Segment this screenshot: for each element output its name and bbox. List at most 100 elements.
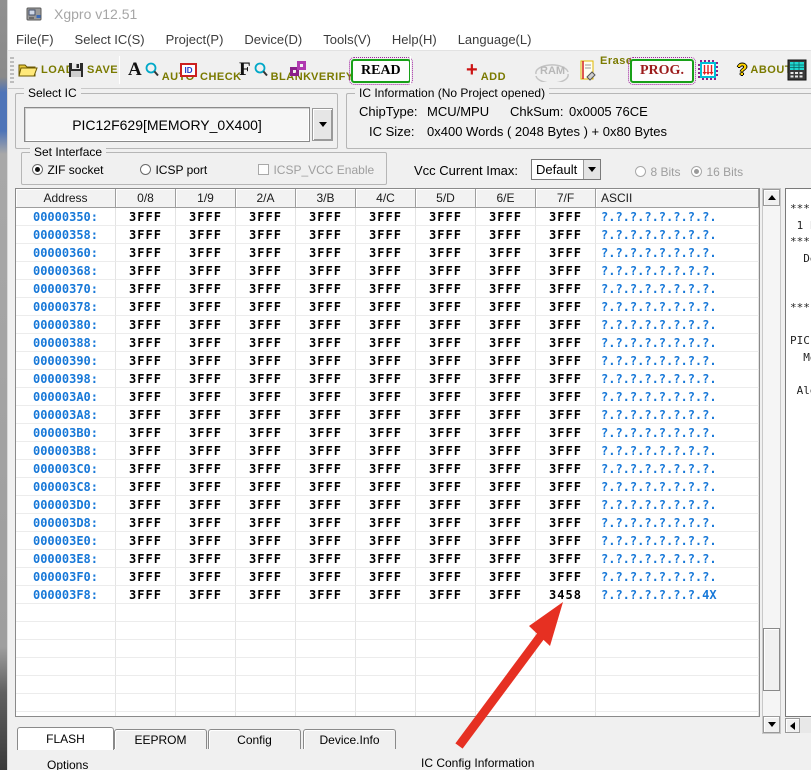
value-cell[interactable]: 3FFF [296,298,356,316]
value-cell[interactable] [536,676,596,694]
value-cell[interactable]: 3FFF [116,298,176,316]
value-cell[interactable]: 3FFF [116,460,176,478]
value-cell[interactable]: 3FFF [296,280,356,298]
value-cell[interactable] [236,712,296,717]
value-cell[interactable]: 3FFF [536,352,596,370]
value-cell[interactable]: 3FFF [176,496,236,514]
value-cell[interactable] [536,604,596,622]
value-cell[interactable]: 3FFF [356,388,416,406]
selected-ic-button[interactable]: PIC12F629[MEMORY_0X400] [24,107,310,142]
value-cell[interactable]: 3FFF [116,532,176,550]
zif-socket-radio[interactable]: ZIF socket [32,161,103,179]
value-cell[interactable] [476,694,536,712]
value-cell[interactable]: 3FFF [176,406,236,424]
value-cell[interactable]: 3FFF [536,514,596,532]
value-cell[interactable]: 3FFF [116,586,176,604]
value-cell[interactable] [356,604,416,622]
verify-button[interactable]: VERIFY [290,51,354,89]
tab-config[interactable]: Config [208,729,301,749]
tab-eeprom[interactable]: EEPROM [114,729,207,749]
value-cell[interactable]: 3FFF [536,316,596,334]
value-cell[interactable]: 3FFF [296,334,356,352]
value-cell[interactable]: 3FFF [236,226,296,244]
value-cell[interactable]: 3FFF [116,496,176,514]
value-cell[interactable]: 3FFF [356,406,416,424]
value-cell[interactable]: 3FFF [236,442,296,460]
value-cell[interactable]: 3FFF [476,532,536,550]
value-cell[interactable]: 3FFF [476,586,536,604]
value-cell[interactable] [356,658,416,676]
value-cell[interactable] [296,694,356,712]
value-cell[interactable]: 3FFF [356,478,416,496]
value-cell[interactable]: 3FFF [236,352,296,370]
value-cell[interactable]: 3FFF [296,316,356,334]
menu-item[interactable]: File(F) [16,32,54,47]
value-cell[interactable]: 3FFF [536,460,596,478]
value-cell[interactable] [236,640,296,658]
value-cell[interactable] [416,694,476,712]
value-cell[interactable]: 3FFF [416,550,476,568]
value-cell[interactable]: 3FFF [356,334,416,352]
value-cell[interactable] [476,676,536,694]
value-cell[interactable] [356,712,416,717]
value-cell[interactable]: 3FFF [116,244,176,262]
value-cell[interactable] [176,604,236,622]
value-cell[interactable]: 3FFF [476,568,536,586]
scroll-down-button[interactable] [763,716,780,733]
value-cell[interactable]: 3FFF [116,352,176,370]
value-cell[interactable]: 3FFF [116,226,176,244]
value-cell[interactable]: 3FFF [356,460,416,478]
save-button[interactable]: SAVE [68,51,118,89]
tab-device-info[interactable]: Device.Info [303,729,396,749]
value-cell[interactable] [116,640,176,658]
icsp-port-radio[interactable]: ICSP port [140,161,207,179]
value-cell[interactable]: 3FFF [236,370,296,388]
value-cell[interactable] [416,640,476,658]
value-cell[interactable] [236,622,296,640]
value-cell[interactable]: 3FFF [476,352,536,370]
about-button[interactable]: ? ABOUT [737,51,792,89]
value-cell[interactable]: 3FFF [356,280,416,298]
menu-item[interactable]: Help(H) [392,32,437,47]
value-cell[interactable]: 3FFF [536,424,596,442]
tab-flash[interactable]: FLASH [17,727,114,750]
value-cell[interactable]: 3FFF [416,352,476,370]
value-cell[interactable]: 3FFF [116,388,176,406]
value-cell[interactable]: 3FFF [176,460,236,478]
value-cell[interactable]: 3FFF [356,352,416,370]
value-cell[interactable] [176,676,236,694]
scroll-up-button[interactable] [763,189,780,206]
value-cell[interactable]: 3FFF [356,226,416,244]
value-cell[interactable] [476,658,536,676]
value-cell[interactable]: 3FFF [236,496,296,514]
value-cell[interactable]: 3FFF [476,550,536,568]
value-cell[interactable]: 3FFF [476,262,536,280]
value-cell[interactable]: 3FFF [356,496,416,514]
value-cell[interactable] [356,676,416,694]
value-cell[interactable]: 3FFF [416,226,476,244]
value-cell[interactable] [116,658,176,676]
side-panel-hscrollbar[interactable] [785,718,811,733]
value-cell[interactable]: 3FFF [536,280,596,298]
value-cell[interactable]: 3FFF [476,316,536,334]
value-cell[interactable]: 3FFF [176,244,236,262]
value-cell[interactable]: 3FFF [116,334,176,352]
value-cell[interactable] [416,658,476,676]
combo-dropdown-button[interactable] [583,160,600,179]
value-cell[interactable]: 3FFF [116,370,176,388]
scrollbar-thumb[interactable] [763,628,780,691]
value-cell[interactable]: 3FFF [236,514,296,532]
value-cell[interactable]: 3FFF [236,262,296,280]
value-cell[interactable]: 3FFF [356,442,416,460]
value-cell[interactable]: 3FFF [416,262,476,280]
value-cell[interactable]: 3FFF [296,568,356,586]
hex-memory-table[interactable]: Address0/81/92/A3/B4/C5/D6/E7/FASCII 000… [15,188,760,717]
value-cell[interactable]: 3FFF [116,316,176,334]
value-cell[interactable] [176,640,236,658]
value-cell[interactable]: 3FFF [416,244,476,262]
value-cell[interactable] [176,658,236,676]
value-cell[interactable]: 3FFF [536,244,596,262]
value-cell[interactable] [116,622,176,640]
value-cell[interactable] [296,622,356,640]
value-cell[interactable]: 3458 [536,586,596,604]
